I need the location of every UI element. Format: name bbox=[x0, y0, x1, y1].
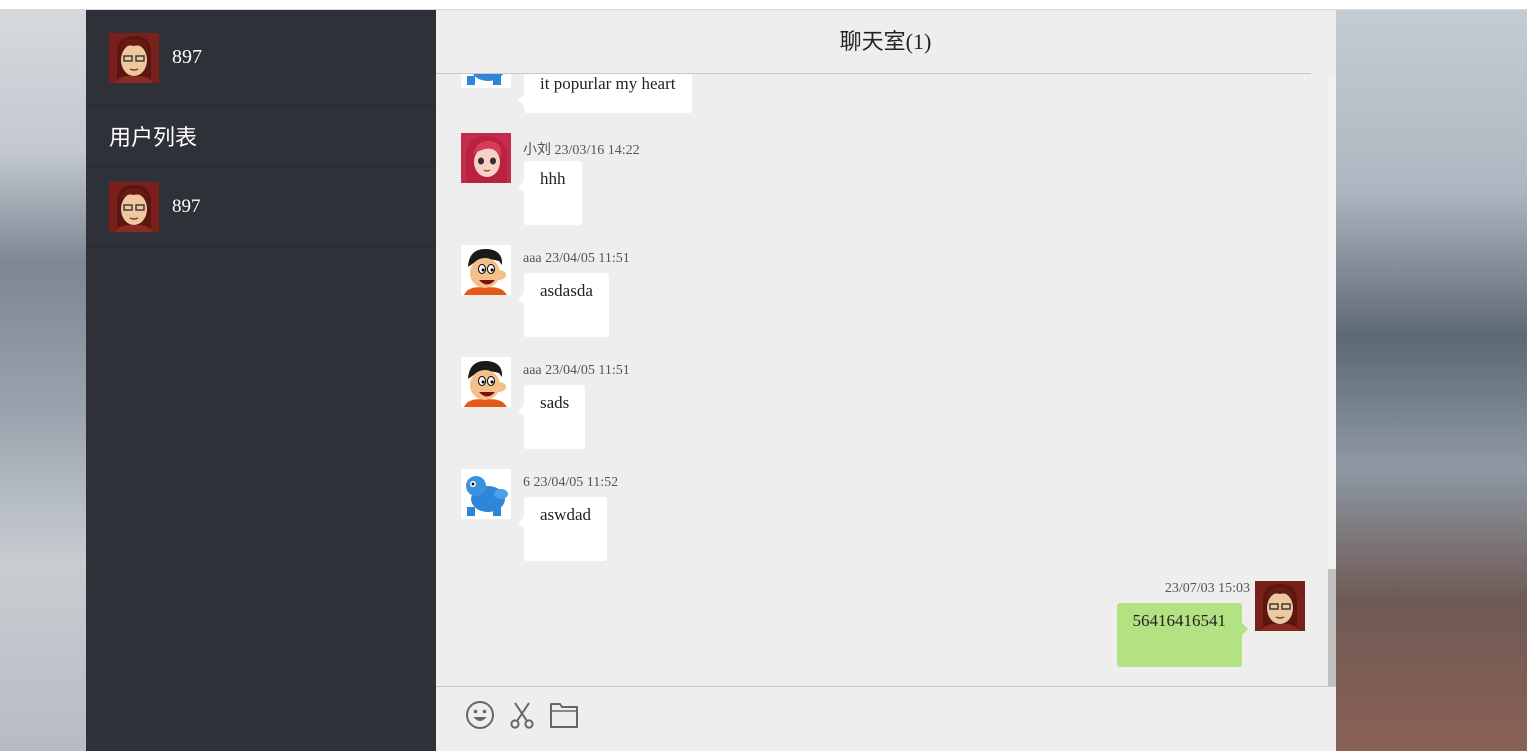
chat-header: 聊天室(1) bbox=[436, 10, 1311, 74]
input-toolbar bbox=[436, 686, 1336, 751]
message-sender: 6 bbox=[523, 475, 530, 490]
emoji-icon[interactable] bbox=[465, 700, 495, 730]
self-message-bubble: 56416416541 bbox=[1116, 603, 1248, 667]
message-meta: aaa 23/04/05 11:51 bbox=[523, 251, 630, 267]
scrollbar-thumb[interactable] bbox=[1328, 569, 1336, 686]
message-time: 23/04/05 11:52 bbox=[533, 475, 619, 490]
blue-creature-avatar bbox=[461, 469, 511, 519]
sidebar: 897 用户列表 897 bbox=[86, 10, 436, 751]
chat-panel: 聊天室(1) it popurlar my heart 小刘 23/03/16 … bbox=[436, 10, 1336, 751]
message-time: 23/04/05 11:51 bbox=[545, 363, 630, 378]
message-bubble: sads bbox=[517, 385, 586, 449]
blue-creature-avatar bbox=[461, 74, 511, 88]
current-user: 897 bbox=[86, 10, 436, 106]
message-time: 23/03/16 14:22 bbox=[554, 143, 640, 158]
user-list-title: 用户列表 bbox=[86, 106, 436, 167]
message-bubble: it popurlar my heart bbox=[518, 74, 692, 113]
user-avatar bbox=[109, 181, 159, 232]
message-bubble: hhh bbox=[518, 161, 582, 225]
current-user-avatar bbox=[109, 32, 159, 83]
user-list-item[interactable]: 897 bbox=[86, 167, 436, 247]
message-sender: 小刘 bbox=[523, 143, 551, 158]
scissors-icon[interactable] bbox=[507, 700, 537, 730]
cartoon-man-avatar bbox=[461, 245, 511, 295]
message-sender: aaa bbox=[523, 363, 542, 378]
folder-icon[interactable] bbox=[549, 700, 579, 730]
message-time: 23/07/03 15:03 bbox=[1164, 581, 1250, 596]
message-meta: aaa 23/04/05 11:51 bbox=[523, 363, 630, 379]
background-left bbox=[0, 0, 86, 751]
message-scrollbar[interactable] bbox=[1328, 74, 1336, 686]
cartoon-man-avatar bbox=[461, 357, 511, 407]
message-meta: 小刘 23/03/16 14:22 bbox=[523, 139, 640, 159]
top-strip bbox=[0, 0, 1527, 10]
message-bubble: aswdad bbox=[518, 497, 607, 561]
current-user-name: 897 bbox=[172, 46, 202, 68]
message-sender: aaa bbox=[523, 251, 542, 266]
message-time: 23/04/05 11:51 bbox=[545, 251, 630, 266]
message-meta: 6 23/04/05 11:52 bbox=[523, 475, 618, 491]
user-name: 897 bbox=[172, 195, 201, 217]
self-avatar bbox=[1255, 581, 1305, 631]
background-right bbox=[1336, 0, 1527, 751]
message-list[interactable]: it popurlar my heart 小刘 23/03/16 14:22 h… bbox=[436, 74, 1336, 686]
chat-title: 聊天室(1) bbox=[839, 29, 932, 54]
girl-avatar bbox=[461, 133, 511, 183]
message-bubble: asdasda bbox=[518, 273, 609, 337]
